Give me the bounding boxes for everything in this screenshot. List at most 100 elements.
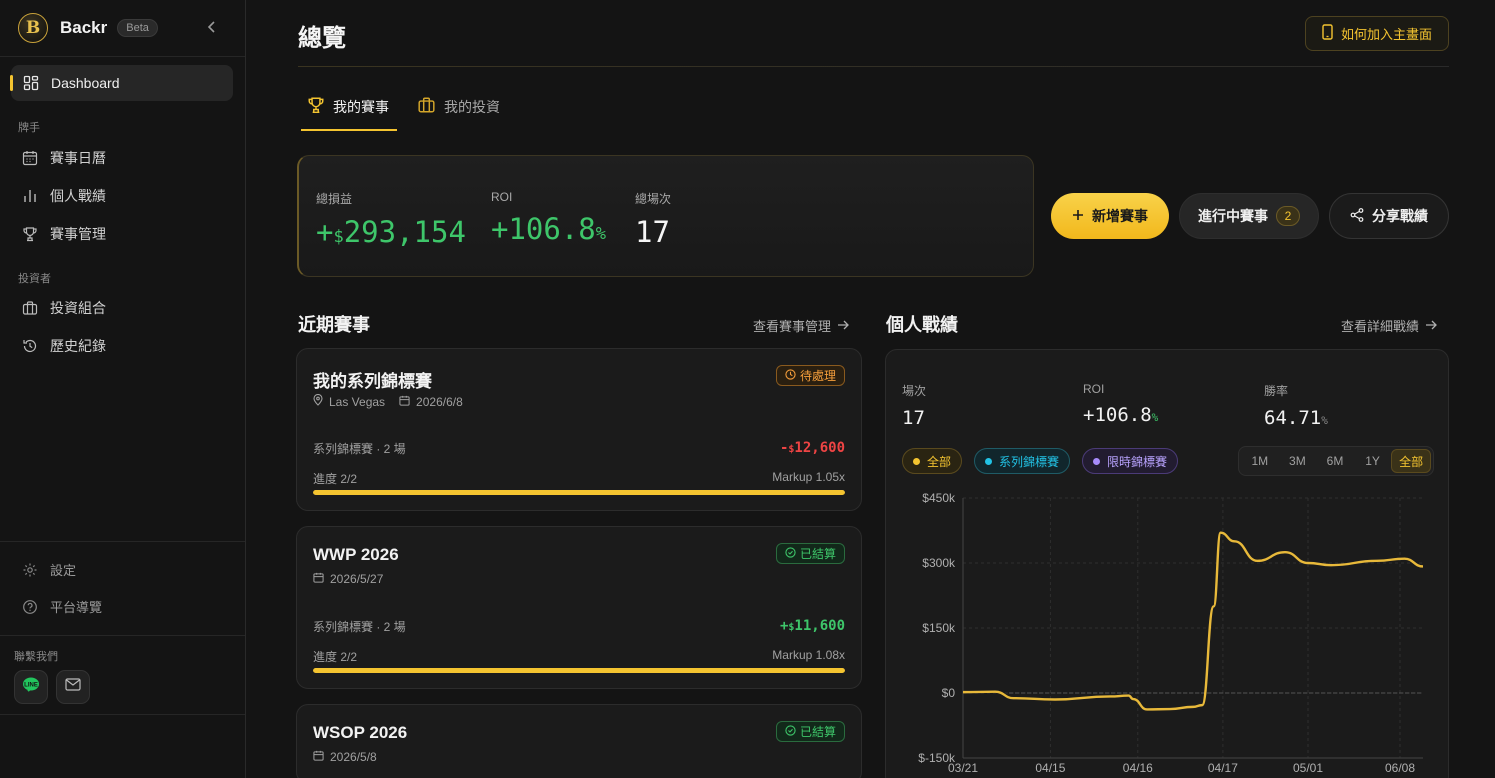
line-contact-button[interactable]: LINE: [14, 670, 48, 704]
add-to-homescreen-button[interactable]: 如何加入主畫面: [1305, 16, 1449, 51]
sidebar-item-calendar[interactable]: 賽事日曆: [22, 146, 106, 170]
share-label: 分享戰績: [1372, 208, 1428, 224]
trophy-icon: [22, 226, 38, 242]
page-title: 總覽: [298, 25, 346, 52]
x-tick-label: 05/01: [1293, 761, 1323, 775]
beta-badge: Beta: [117, 19, 158, 37]
link-label: 查看詳細戰績: [1341, 319, 1420, 334]
event-meta: Las Vegas 2026/6/8: [313, 393, 463, 409]
event-subtitle: 系列錦標賽 · 2 場: [313, 442, 406, 456]
progress-bar: [313, 668, 845, 673]
calendar-icon: [22, 150, 38, 166]
stat-label: 總場次: [635, 192, 672, 206]
filter-series-chip[interactable]: 系列錦標賽: [974, 448, 1071, 474]
check-circle-icon: [785, 724, 796, 739]
event-meta: 2026/5/27: [313, 572, 383, 586]
main-content: 總覽 如何加入主畫面 我的賽事 我的投資 總損益 +$293,154 ROI +…: [246, 0, 1495, 778]
event-meta: 2026/5/8: [313, 750, 377, 764]
event-amount: -$12,600: [779, 440, 845, 456]
y-tick-label: $0: [942, 686, 956, 700]
event-card[interactable]: WWP 2026 已結算 2026/5/27 系列錦標賽 · 2 場 +$11,…: [296, 526, 862, 689]
sidebar-item-label: 賽事日曆: [50, 150, 106, 166]
stat-label: 總損益: [316, 192, 353, 206]
brand-header: B Backr Beta: [0, 0, 245, 57]
tab-my-events[interactable]: 我的賽事: [307, 96, 389, 117]
tab-label: 我的投資: [444, 98, 500, 115]
sidebar-divider: [0, 635, 245, 636]
new-event-button[interactable]: 新增賽事: [1051, 193, 1169, 239]
range-all[interactable]: 全部: [1391, 449, 1431, 473]
range-3m[interactable]: 3M: [1279, 449, 1317, 473]
event-date: 2026/5/27: [330, 572, 384, 586]
sidebar-item-tour[interactable]: 平台導覽: [22, 597, 102, 616]
live-events-label: 進行中賽事: [1198, 208, 1268, 224]
view-detailed-stats-link[interactable]: 查看詳細戰績: [1341, 316, 1437, 335]
event-date: 2026/6/8: [416, 394, 463, 409]
stat-value: +106.8%: [491, 212, 607, 246]
stat-label: ROI: [491, 190, 513, 204]
view-event-management-link[interactable]: 查看賽事管理: [753, 316, 849, 335]
filter-timed-chip[interactable]: 限時錦標賽: [1082, 448, 1179, 474]
sidebar-item-dashboard[interactable]: Dashboard: [10, 65, 233, 101]
share-stats-button[interactable]: 分享戰績: [1329, 193, 1449, 239]
sidebar-item-stats[interactable]: 個人戰績: [22, 184, 106, 208]
collapse-sidebar-icon[interactable]: [207, 20, 227, 37]
filter-all-chip[interactable]: 全部: [902, 448, 963, 474]
profit-line: [962, 531, 1424, 711]
stat-value: 64.71%: [1264, 407, 1328, 429]
sidebar-item-label: 歷史紀錄: [50, 338, 106, 354]
color-dot: [913, 457, 920, 465]
sidebar-item-label: 設定: [50, 563, 77, 578]
summary-card: 總損益 +$293,154 ROI +106.8% 總場次 17: [297, 155, 1034, 277]
backr-logo[interactable]: B: [18, 13, 48, 43]
x-tick-label: 04/15: [1035, 761, 1065, 775]
event-card[interactable]: WSOP 2026 已結算 2026/5/8: [296, 704, 862, 778]
perf-stat-events: 場次 17: [902, 382, 926, 429]
range-6m[interactable]: 6M: [1316, 449, 1354, 473]
stat-value: +$293,154: [316, 215, 466, 249]
new-event-label: 新增賽事: [1092, 208, 1148, 224]
event-date: 2026/5/8: [330, 750, 377, 764]
header-divider: [298, 66, 1449, 67]
calendar-icon: [313, 750, 324, 764]
stat-label: ROI: [1083, 382, 1105, 396]
share-icon: [1350, 207, 1364, 225]
y-tick-label: $450k: [922, 491, 956, 505]
line-icon: LINE: [22, 677, 40, 698]
section-title-investor: 投資者: [18, 273, 51, 285]
history-icon: [22, 338, 38, 354]
range-1m[interactable]: 1M: [1241, 449, 1279, 473]
sidebar-item-portfolio[interactable]: 投資組合: [22, 296, 106, 320]
check-circle-icon: [785, 546, 796, 561]
sidebar-divider: [0, 541, 245, 542]
perf-stat-winrate: 勝率 64.71%: [1264, 382, 1328, 429]
sidebar-item-label: 投資組合: [50, 300, 106, 316]
stat-total-events: 總場次 17: [635, 190, 671, 249]
stat-total-profit: 總損益 +$293,154: [316, 190, 466, 249]
help-icon: [22, 599, 38, 615]
y-tick-label: $300k: [922, 556, 956, 570]
bar-chart-icon: [22, 188, 38, 204]
event-title: WWP 2026: [313, 545, 399, 564]
dashboard-icon: [23, 75, 39, 91]
sidebar-item-label: Dashboard: [51, 75, 120, 91]
live-events-button[interactable]: 進行中賽事 2: [1179, 193, 1319, 239]
sidebar-item-label: 平台導覽: [50, 600, 103, 615]
x-tick-label: 04/16: [1123, 761, 1153, 775]
status-badge: 已結算: [775, 543, 845, 564]
contact-title: 聯繫我們: [14, 651, 58, 663]
email-contact-button[interactable]: [56, 670, 90, 704]
color-dot: [985, 457, 992, 465]
event-card[interactable]: 我的系列錦標賽 待處理 Las Vegas 2026/6/8 系列錦標賽 · 2…: [296, 348, 862, 511]
tab-my-investments[interactable]: 我的投資: [417, 96, 500, 117]
sidebar-item-events[interactable]: 賽事管理: [22, 222, 106, 246]
range-1y[interactable]: 1Y: [1354, 449, 1392, 473]
x-tick-label: 06/08: [1385, 761, 1415, 775]
sidebar-item-history[interactable]: 歷史紀錄: [22, 334, 106, 358]
sidebar: B Backr Beta Dashboard 牌手 賽事日曆 個人戰績 賽事管理…: [0, 0, 246, 778]
calendar-icon: [399, 395, 410, 409]
trophy-icon: [307, 96, 325, 117]
sidebar-item-settings[interactable]: 設定: [22, 560, 76, 579]
tab-label: 我的賽事: [333, 98, 389, 115]
event-subtitle: 系列錦標賽 · 2 場: [313, 620, 406, 634]
